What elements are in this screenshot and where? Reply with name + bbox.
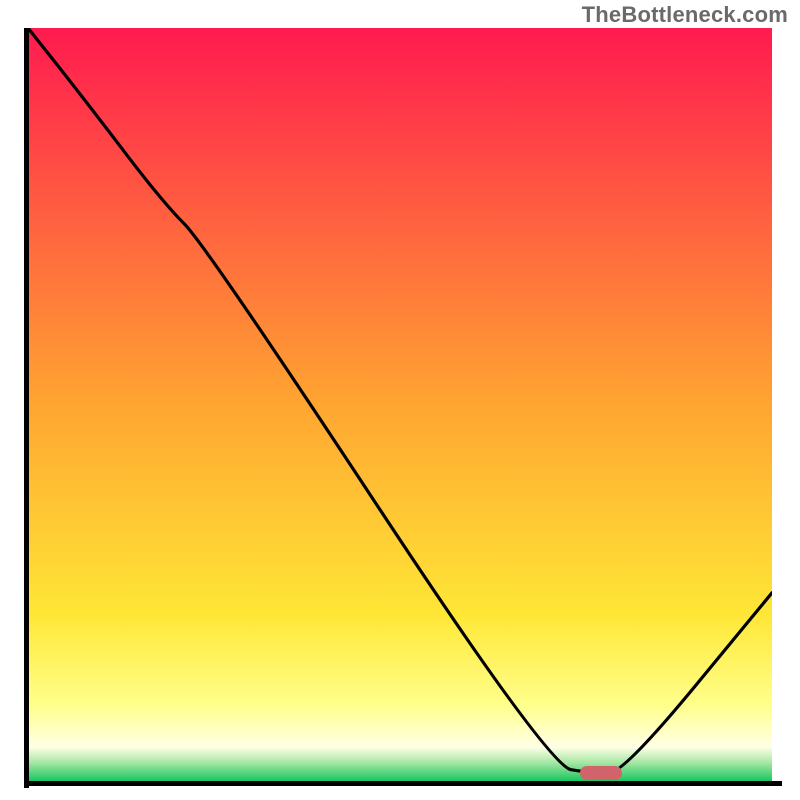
optimal-marker xyxy=(580,766,622,780)
watermark-text: TheBottleneck.com xyxy=(582,2,788,28)
y-axis xyxy=(24,28,29,788)
x-axis xyxy=(24,781,782,786)
chart-container: TheBottleneck.com xyxy=(0,0,800,800)
bottleneck-curve xyxy=(28,28,772,781)
